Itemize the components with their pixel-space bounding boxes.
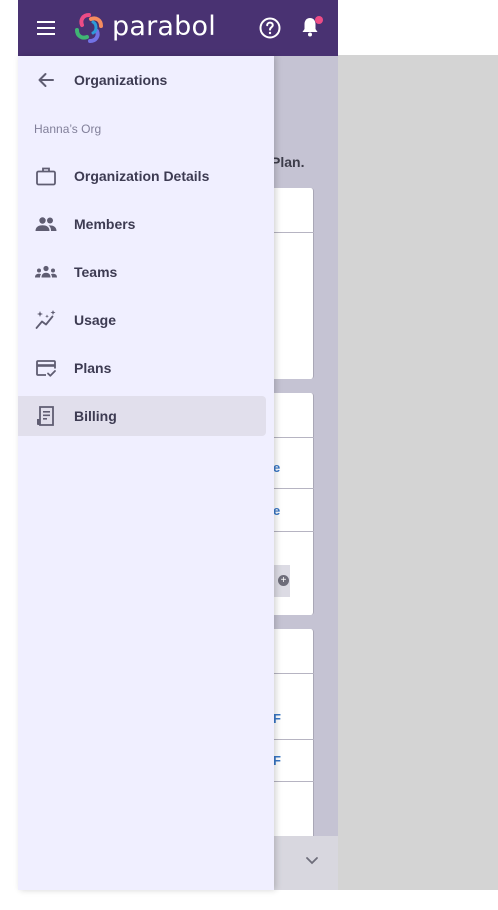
sidebar-item-label: Billing — [74, 408, 117, 424]
chevron-down-icon[interactable] — [304, 852, 320, 868]
hamburger-menu-icon[interactable] — [32, 16, 60, 40]
sidebar-item-label: Plans — [74, 360, 112, 376]
sidebar-item-organization-details[interactable]: Organization Details — [18, 156, 266, 196]
back-label: Organizations — [74, 72, 168, 88]
outside-area — [338, 55, 498, 890]
briefcase-icon — [36, 167, 56, 186]
card-link[interactable]: e — [273, 503, 280, 518]
help-circle-icon[interactable] — [258, 16, 282, 40]
org-sidebar: Organizations Hanna’s Org Organization D… — [18, 56, 274, 890]
card-check-icon — [36, 360, 56, 377]
back-to-organizations[interactable]: Organizations — [18, 56, 274, 104]
background-card — [268, 629, 314, 839]
receipt-icon — [37, 406, 54, 426]
brand-name: parabol — [112, 11, 216, 42]
sidebar-item-teams[interactable]: Teams — [18, 252, 266, 292]
org-name-label: Hanna’s Org — [34, 122, 102, 136]
parabol-logo-icon — [75, 13, 103, 43]
top-bar: parabol — [18, 0, 338, 56]
sidebar-item-billing[interactable]: Billing — [18, 396, 266, 436]
background-card — [268, 188, 314, 379]
notification-badge — [315, 16, 323, 24]
card-link[interactable]: F — [273, 753, 281, 768]
sidebar-item-label: Usage — [74, 312, 117, 328]
people-icon — [35, 217, 57, 231]
sidebar-item-label: Members — [74, 216, 136, 232]
sidebar-item-members[interactable]: Members — [18, 204, 266, 244]
sparkle-chart-icon — [35, 310, 56, 329]
card-link[interactable]: e — [273, 460, 280, 475]
groups-icon — [35, 265, 57, 278]
sidebar-item-usage[interactable]: Usage — [18, 300, 266, 340]
sidebar-item-plans[interactable]: Plans — [18, 348, 266, 388]
add-icon[interactable]: + — [278, 575, 289, 586]
card-link[interactable]: F — [273, 711, 281, 726]
plan-text: Plan. — [271, 154, 305, 170]
sidebar-item-label: Teams — [74, 264, 118, 280]
sidebar-item-label: Organization Details — [74, 168, 210, 184]
arrow-back-icon[interactable] — [36, 70, 56, 90]
